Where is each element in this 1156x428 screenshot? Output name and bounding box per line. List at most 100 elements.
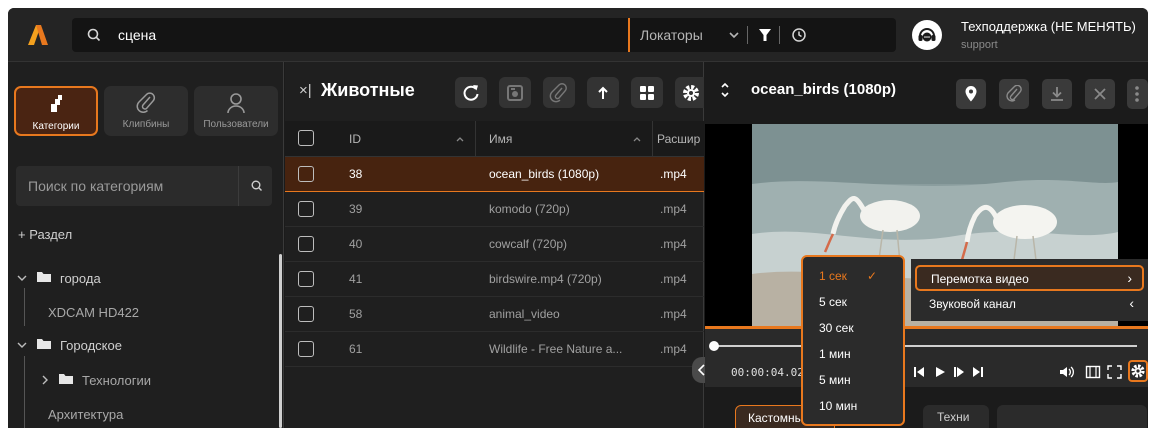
table-row[interactable]: 38 ocean_birds (1080p) .mp4 <box>285 157 704 192</box>
category-search-field[interactable]: Поиск по категориям <box>16 166 272 206</box>
column-divider[interactable] <box>475 121 476 157</box>
cell-name: komodo (720p) <box>489 202 570 216</box>
next-frame-icon[interactable] <box>952 365 966 379</box>
tree-item-architecture[interactable]: Архитектура <box>48 407 123 422</box>
tab-technical[interactable]: Техни <box>923 405 989 428</box>
cell-extension: .mp4 <box>660 342 687 356</box>
seek-step-option[interactable]: 5 мин <box>819 373 851 387</box>
attach-button[interactable] <box>543 77 575 108</box>
row-checkbox[interactable] <box>298 236 314 252</box>
tree-folder-cities[interactable]: города <box>60 271 101 286</box>
step-forward-icon[interactable] <box>971 365 985 379</box>
search-input[interactable]: сцена <box>118 27 156 43</box>
close-icon <box>1094 88 1106 100</box>
download-button[interactable] <box>1042 79 1072 109</box>
paperclip-icon <box>549 83 567 103</box>
menu-item-video-seek[interactable]: Перемотка видео › <box>915 265 1144 291</box>
row-checkbox[interactable] <box>298 341 314 357</box>
attach-button[interactable] <box>999 79 1029 109</box>
table-row[interactable]: 39 komodo (720p) .mp4 <box>285 192 704 227</box>
chevron-down-icon[interactable] <box>728 28 740 42</box>
support-title[interactable]: Техподдержка (НЕ МЕНЯТЬ) <box>961 19 1136 34</box>
playhead-handle[interactable] <box>709 341 719 351</box>
select-all-checkbox[interactable] <box>298 130 314 146</box>
search-icon[interactable] <box>250 179 264 193</box>
scrollbar[interactable] <box>279 254 282 428</box>
tab-clipbins[interactable]: Клипбины <box>104 86 188 136</box>
sort-arrow-icon[interactable] <box>455 134 465 144</box>
bin-panel: ×| Животные ID Имя Расшир 38 ocean_birds… <box>285 62 704 428</box>
category-search-placeholder[interactable]: Поиск по категориям <box>28 178 163 194</box>
locator-button[interactable] <box>956 79 986 109</box>
column-divider[interactable] <box>652 121 653 157</box>
close-player-button[interactable] <box>1085 79 1115 109</box>
table-row[interactable]: 41 birdswire.mp4 (720p) .mp4 <box>285 262 704 297</box>
row-checkbox[interactable] <box>298 306 314 322</box>
sort-arrow-icon[interactable] <box>632 134 642 144</box>
refresh-button[interactable] <box>455 77 487 108</box>
table-row[interactable]: 58 animal_video .mp4 <box>285 297 704 332</box>
row-checkbox[interactable] <box>298 201 314 217</box>
tab-users[interactable]: Пользователи <box>194 86 278 136</box>
clock-icon[interactable] <box>791 27 807 43</box>
fullscreen-icon[interactable] <box>1107 365 1122 379</box>
tree-folder-urban[interactable]: Городское <box>60 338 122 353</box>
location-pin-icon <box>965 86 977 102</box>
column-header-id[interactable]: ID <box>349 132 361 146</box>
table-row[interactable]: 61 Wildlife - Free Nature a... .mp4 <box>285 332 704 367</box>
row-checkbox[interactable] <box>298 166 314 182</box>
add-section-button[interactable]: + Раздел <box>18 227 72 242</box>
cell-name: Wildlife - Free Nature a... <box>489 342 623 356</box>
more-button[interactable] <box>1127 79 1148 109</box>
seek-step-option[interactable]: 1 сек <box>819 269 847 283</box>
filter-icon[interactable] <box>758 27 772 43</box>
snapshot-button[interactable] <box>499 77 531 108</box>
column-header-name[interactable]: Имя <box>489 132 512 146</box>
locators-dropdown[interactable]: Локаторы <box>640 27 703 43</box>
camera-icon <box>507 85 523 101</box>
seek-step-option[interactable]: 1 мин <box>819 347 851 361</box>
chevron-down-icon[interactable] <box>17 273 27 283</box>
player-settings-button[interactable] <box>1128 360 1148 382</box>
tree-folder-technology[interactable]: Технологии <box>82 373 151 388</box>
paperclip-icon <box>104 92 188 114</box>
chevron-left-icon: ‹ <box>1129 295 1134 311</box>
check-icon: ✓ <box>867 269 878 283</box>
bin-settings-button[interactable] <box>675 77 704 108</box>
chevron-up-down-icon[interactable] <box>719 80 731 100</box>
volume-icon[interactable] <box>1059 365 1075 379</box>
column-header-extension[interactable]: Расшир <box>657 132 700 146</box>
seek-step-option[interactable]: 30 сек <box>819 321 854 335</box>
tree-guide-line <box>24 288 25 326</box>
upload-button[interactable] <box>587 77 619 108</box>
film-strip-icon[interactable] <box>1085 365 1101 379</box>
folder-open-icon <box>37 339 51 349</box>
cell-id: 40 <box>349 237 363 251</box>
chevron-right-icon[interactable] <box>40 375 50 385</box>
cell-name: cowcalf (720p) <box>489 237 568 251</box>
close-bin-button[interactable]: ×| <box>299 82 312 99</box>
table-row[interactable]: 40 cowcalf (720p) .mp4 <box>285 227 704 262</box>
bottom-field[interactable] <box>997 405 1147 428</box>
refresh-icon <box>463 85 479 101</box>
global-search[interactable]: сцена Локаторы <box>72 18 896 52</box>
timecode-display: 00:00:04.026 <box>731 366 811 379</box>
cell-name: ocean_birds (1080p) <box>489 167 600 181</box>
row-checkbox[interactable] <box>298 271 314 287</box>
support-headset-icon[interactable] <box>912 20 942 50</box>
tree-item-xdcam[interactable]: XDCAM HD422 <box>48 305 139 320</box>
step-back-icon[interactable] <box>912 365 926 379</box>
chevron-down-icon[interactable] <box>17 340 27 350</box>
play-icon[interactable] <box>933 365 947 379</box>
cell-extension: .mp4 <box>660 272 687 286</box>
user-icon <box>194 92 278 114</box>
seek-step-option[interactable]: 10 мин <box>819 399 857 413</box>
timeline-track[interactable] <box>713 345 1137 347</box>
tab-categories[interactable]: Категории <box>14 86 98 136</box>
cell-name: animal_video <box>489 307 560 321</box>
view-toggle-button[interactable] <box>631 77 663 108</box>
seek-step-option[interactable]: 5 сек <box>819 295 847 309</box>
menu-item-label: Перемотка видео <box>931 272 1029 286</box>
menu-item-audio-channel[interactable]: Звуковой канал ‹ <box>915 292 1144 318</box>
app-logo-icon[interactable] <box>24 23 50 47</box>
